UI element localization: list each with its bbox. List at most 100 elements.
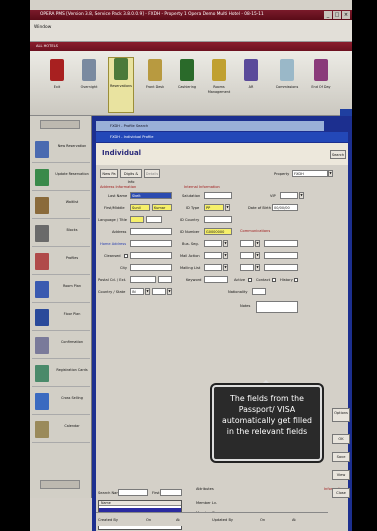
id-type-field[interactable]: PP [204, 204, 224, 211]
sidebar-item-calendar[interactable]: Calendar [32, 416, 90, 443]
contact-checkbox[interactable] [272, 278, 276, 282]
sidebar-item-cross-selling[interactable]: Cross Selling [32, 388, 90, 415]
digits-info-button[interactable]: Digits & Info [120, 169, 142, 184]
bus-seg-dropdown-arrow[interactable]: ▼ [223, 240, 228, 247]
sidebar-scroll-up-button[interactable] [40, 120, 80, 129]
sidebar-item-blocks[interactable]: Blocks [32, 220, 90, 247]
keyword-label: Keyword [186, 278, 202, 282]
property-field[interactable]: FXDH [292, 170, 328, 177]
view-button[interactable]: View [332, 470, 350, 480]
vip-field[interactable] [280, 192, 298, 199]
nationality-field[interactable] [252, 288, 266, 295]
id-country-field[interactable] [204, 216, 232, 223]
mailing-list-field[interactable] [204, 264, 222, 271]
sidebar-item-profiles[interactable]: Profiles [32, 248, 90, 275]
city-field[interactable] [130, 264, 172, 271]
close-button[interactable]: × [342, 11, 350, 19]
mail-action-field[interactable] [204, 252, 222, 259]
sidebar-item-update-reservation[interactable]: Update Reservation [32, 164, 90, 191]
sidebar-item-room-plan[interactable]: Room Plan [32, 276, 90, 303]
first-name-field[interactable]: Sunil [130, 204, 150, 211]
ok-button[interactable]: OK [332, 434, 350, 444]
comm-type-1-arrow[interactable]: ▼ [255, 240, 260, 247]
confirmation-icon [35, 337, 49, 354]
comm-value-1-field[interactable] [264, 240, 298, 247]
workspace: FXDH - Profile Search FXDH - Individual … [92, 116, 352, 531]
comm-type-2-arrow[interactable]: ▼ [255, 252, 260, 259]
postal-code-field[interactable] [130, 276, 156, 283]
toolbar-front-desk[interactable]: Front Desk [142, 59, 168, 111]
mailing-list-dropdown-arrow[interactable]: ▼ [223, 264, 228, 271]
mail-action-dropdown-arrow[interactable]: ▼ [223, 252, 228, 259]
property-dropdown-arrow[interactable]: ▼ [328, 170, 333, 177]
search-first-field[interactable] [160, 489, 182, 496]
id-type-dropdown-arrow[interactable]: ▼ [225, 204, 230, 211]
annotation-text: The fields from the Passport/ VISA autom… [222, 394, 312, 436]
minimize-button[interactable]: _ [324, 11, 332, 19]
language-field[interactable] [130, 216, 144, 223]
date-of-birth-label: Date of Birth [248, 206, 271, 210]
comm-value-2-field[interactable] [264, 252, 298, 259]
toolbar-ar[interactable]: AR [238, 59, 264, 111]
toolbar-commissions[interactable]: Commissions [274, 59, 300, 111]
country-dropdown-arrow[interactable]: ▼ [145, 288, 150, 295]
sidebar-item-floor-plan[interactable]: Floor Plan [32, 304, 90, 331]
address-line2-field[interactable] [130, 240, 172, 247]
options-button[interactable]: Options [332, 408, 350, 422]
date-of-birth-field[interactable]: 00/00/00 [272, 204, 298, 211]
last-name-field[interactable]: Skelt [130, 192, 172, 199]
toolbar-end-of-day[interactable]: End Of Day [308, 59, 334, 111]
postal-ext-label: Postal Cd. / Ext. [98, 278, 127, 282]
country-field[interactable]: IN [130, 288, 144, 295]
overnight-icon [82, 59, 96, 81]
toolbar-rooms-management[interactable]: Rooms Management [206, 59, 232, 111]
state-field[interactable] [152, 288, 166, 295]
id-number-field[interactable]: G0000000 [204, 228, 232, 235]
cleansed-checkbox[interactable] [124, 254, 128, 258]
middle-name-field[interactable]: Kumar [152, 204, 172, 211]
bus-seg-label: Bus. Seg. [182, 242, 199, 246]
profile-search-window-bar[interactable]: FXDH - Profile Search [96, 121, 324, 131]
toolbar-overnight[interactable]: Overnight [76, 59, 102, 111]
new-pa-button[interactable]: New Pa [100, 169, 118, 178]
comm-type-3-field[interactable] [240, 264, 254, 271]
comm-type-3-arrow[interactable]: ▼ [255, 264, 260, 271]
toolbar-cashiering[interactable]: Cashiering [174, 59, 200, 111]
active-checkbox[interactable] [248, 278, 252, 282]
created-at-label: At [176, 518, 180, 522]
comm-type-2-field[interactable] [240, 252, 254, 259]
address-line1-field[interactable] [130, 228, 172, 235]
bus-seg-field[interactable] [204, 240, 222, 247]
notes-field[interactable] [256, 301, 298, 313]
history-checkbox[interactable] [294, 278, 298, 282]
details-button[interactable]: Details [144, 169, 160, 178]
sidebar-item-registration-cards[interactable]: Registration Cards [32, 360, 90, 387]
sidebar-scroll-down-button[interactable] [40, 480, 80, 489]
comm-value-3-field[interactable] [264, 264, 298, 271]
postal-ext-field[interactable] [158, 276, 172, 283]
sidebar-item-waitlist[interactable]: Waitlist [32, 192, 90, 219]
address-section-title: Address Information [100, 185, 137, 189]
comm-type-1-field[interactable] [240, 240, 254, 247]
id-number-label: ID Number [180, 230, 200, 234]
vip-dropdown-arrow[interactable]: ▼ [299, 192, 304, 199]
profile-header: Individual [96, 143, 348, 165]
toolbar-exit[interactable]: Exit [44, 59, 70, 111]
individual-profile-window-bar[interactable]: FXDH - Individual Profile [96, 132, 348, 142]
first-label: First [152, 491, 160, 495]
sidebar-item-confirmation[interactable]: Confirmation [32, 332, 90, 359]
search-button[interactable]: Search [330, 150, 346, 159]
search-name-field[interactable] [118, 489, 148, 496]
keyword-field[interactable] [204, 276, 228, 283]
title-field[interactable] [146, 216, 162, 223]
state-dropdown-arrow[interactable]: ▼ [167, 288, 172, 295]
save-button[interactable]: Save [332, 452, 350, 462]
close-form-button[interactable]: Close [332, 488, 350, 498]
maximize-button[interactable]: □ [333, 11, 341, 19]
salutation-field[interactable] [204, 192, 232, 199]
address-line3-field[interactable] [130, 252, 172, 259]
sidebar-item-new-reservation[interactable]: New Reservation [32, 136, 90, 163]
home-address-link[interactable]: Home Address [100, 241, 126, 247]
toolbar-reservations[interactable]: Reservations [108, 57, 134, 113]
menu-window[interactable]: Window [34, 25, 51, 30]
